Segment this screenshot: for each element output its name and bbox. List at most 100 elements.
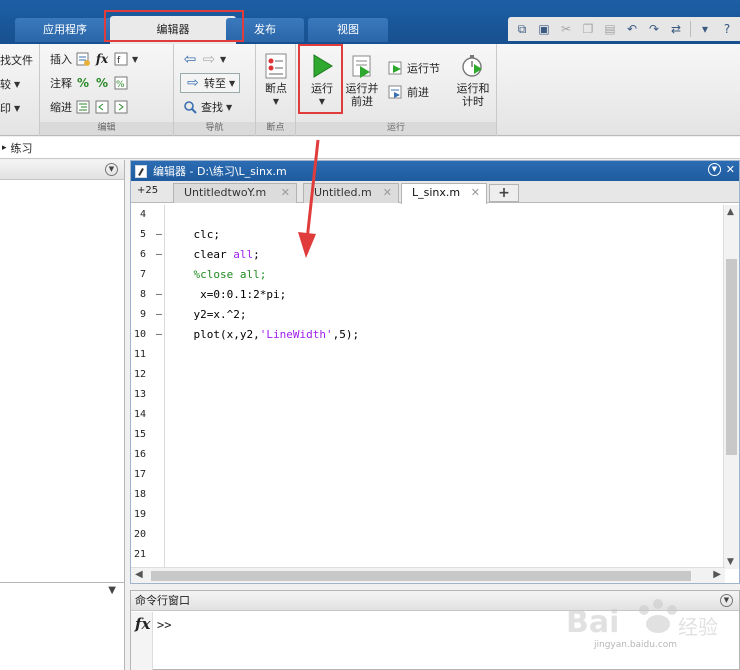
code-line-7[interactable]: %close all; — [167, 265, 707, 285]
print-button[interactable]: 印 ▼ — [0, 100, 20, 116]
line-number-text: 17 — [133, 469, 146, 480]
cut-icon[interactable]: ✂ — [556, 19, 576, 39]
code-line-10[interactable]: plot(x,y2,'LineWidth',5); — [167, 325, 707, 345]
copy-icon[interactable]: ❐ — [578, 19, 598, 39]
breakpoint-marker[interactable]: – — [156, 325, 162, 345]
code-line-5[interactable]: clc; — [167, 225, 707, 245]
editor-tab-untitledtwoy[interactable]: UntitledtwoY.m ✕ — [173, 183, 297, 203]
code-text: ,5); — [332, 328, 360, 341]
goto-button[interactable]: ⇨ 转至 ▼ — [180, 73, 241, 93]
breakpoints-button[interactable]: 断点 ▼ — [258, 50, 294, 108]
line-number-text: 21 — [133, 549, 146, 560]
advance-button[interactable]: 前进 — [388, 84, 429, 100]
command-prompt[interactable]: >> — [157, 618, 171, 632]
code-line-9[interactable]: y2=x.^2; — [167, 305, 707, 325]
scroll-down-icon[interactable]: ▼ — [727, 557, 734, 567]
horizontal-scrollbar[interactable]: ◀ ▶ — [131, 567, 725, 583]
run-section-button[interactable]: 运行节 — [388, 60, 440, 76]
undo-icon[interactable]: ↶ — [622, 19, 642, 39]
back-arrow-icon[interactable]: ⇦ — [182, 50, 198, 68]
pane-actions-icon[interactable]: ▼ — [105, 163, 118, 176]
zoom-level[interactable]: +25 — [137, 185, 158, 196]
decrease-indent-icon[interactable] — [94, 99, 110, 115]
help-icon[interactable]: ? — [717, 19, 737, 39]
breakpoint-marker[interactable]: – — [156, 285, 162, 305]
code-line-8[interactable]: x=0:0.1:2*pi; — [167, 285, 707, 305]
editor-tab-label: Untitled.m — [314, 186, 372, 199]
save-icon[interactable]: ▣ — [534, 19, 554, 39]
breadcrumb-folder[interactable]: 练习 — [11, 140, 33, 156]
fx-icon[interactable]: fx — [94, 51, 110, 67]
editor-document-icon — [135, 164, 147, 178]
line-number-text: 18 — [133, 489, 146, 500]
close-icon[interactable]: ✕ — [281, 184, 290, 202]
scroll-right-icon[interactable]: ▶ — [713, 569, 721, 580]
pane-actions-icon[interactable]: ▼ — [720, 594, 733, 607]
indent-label: 缩进 — [50, 101, 72, 114]
tab-publish[interactable]: 发布 — [226, 18, 304, 42]
breadcrumb-separator-icon: ▸ — [2, 142, 7, 153]
print-label: 印 — [0, 102, 11, 115]
find-files-button[interactable]: 找文件 — [0, 52, 33, 68]
run-and-advance-button[interactable]: 运行并 前进 — [342, 50, 382, 108]
comment-button[interactable]: 注释 % % % — [50, 75, 129, 91]
increase-indent-icon[interactable] — [113, 99, 129, 115]
editor-tab-l-sinx[interactable]: L_sinx.m ✕ — [401, 183, 487, 204]
uncomment-icon[interactable]: % — [94, 75, 110, 91]
scroll-left-icon[interactable]: ◀ — [135, 569, 143, 580]
code-text: clear — [193, 248, 234, 261]
insert-label: 插入 — [50, 53, 72, 66]
run-button[interactable]: 运行 ▼ — [302, 50, 342, 108]
insert-button[interactable]: 插入 fx f ▼ — [50, 51, 138, 67]
chevron-down-icon[interactable]: ▼ — [108, 585, 116, 596]
wrap-comment-icon[interactable]: % — [113, 75, 129, 91]
line-number-text: 4 — [139, 209, 146, 220]
paste-icon[interactable]: ▤ — [600, 19, 620, 39]
help-menu-icon[interactable]: ▾ — [695, 19, 715, 39]
new-tab-button[interactable]: + — [489, 184, 519, 202]
insert-function-icon[interactable]: f — [113, 51, 129, 67]
code-keyword: all — [233, 248, 254, 261]
line-number-text: 13 — [133, 389, 146, 400]
run-section-icon — [388, 60, 404, 76]
advance-icon — [388, 84, 404, 100]
compare-button[interactable]: 较 ▼ — [0, 76, 20, 92]
find-button[interactable]: 查找 ▼ — [182, 99, 232, 115]
line-number-text: 15 — [133, 429, 146, 440]
code-area[interactable]: 4 5–6–7 8–9–10–11 12 13 14 15 16 17 18 19 20 21 clc;… — [131, 205, 709, 569]
tab-editor[interactable]: 编辑器 — [110, 16, 236, 44]
switch-windows-icon[interactable]: ⇄ — [666, 19, 686, 39]
breakpoint-marker[interactable]: – — [156, 305, 162, 325]
editor-tab-untitled[interactable]: Untitled.m ✕ — [303, 183, 399, 203]
close-icon[interactable]: ✕ — [471, 184, 480, 202]
close-icon[interactable]: ✕ — [726, 163, 735, 176]
breakpoint-marker[interactable]: – — [156, 245, 162, 265]
chevron-down-icon[interactable]: ▼ — [132, 55, 138, 64]
code-line-4[interactable] — [167, 205, 707, 225]
line-number: 12 — [131, 365, 164, 385]
tab-apps[interactable]: 应用程序 — [15, 18, 115, 42]
comment-percent-icon[interactable]: % — [75, 75, 91, 91]
tab-view[interactable]: 视图 — [308, 18, 388, 42]
editor-tab-label: L_sinx.m — [412, 186, 461, 199]
close-icon[interactable]: ✕ — [383, 184, 392, 202]
forward-arrow-icon[interactable]: ⇨ — [201, 50, 217, 68]
smart-indent-icon[interactable] — [75, 99, 91, 115]
vertical-scrollbar[interactable]: ▲ ▼ — [723, 205, 739, 569]
scroll-up-icon[interactable]: ▲ — [727, 207, 734, 217]
scrollbar-thumb[interactable] — [726, 259, 737, 455]
chevron-down-icon[interactable]: ▼ — [220, 55, 226, 64]
scrollbar-thumb[interactable] — [151, 571, 691, 581]
run-time-label-1: 运行和 — [456, 82, 490, 95]
code-lines[interactable]: clc; clear all; %close all; x=0:0.1:2*pi… — [167, 205, 707, 345]
workspace-pane: ▼ — [0, 582, 125, 670]
run-and-time-button[interactable]: 运行和 计时 — [451, 50, 495, 108]
indent-button[interactable]: 缩进 — [50, 99, 129, 115]
breakpoint-marker[interactable]: – — [156, 225, 162, 245]
layout-icon[interactable]: ⧉ — [512, 19, 532, 39]
editor-actions-icon[interactable]: ▼ — [708, 163, 721, 176]
fx-icon[interactable]: fx — [135, 615, 150, 633]
line-number-text: 7 — [139, 269, 146, 280]
redo-icon[interactable]: ↷ — [644, 19, 664, 39]
code-line-6[interactable]: clear all; — [167, 245, 707, 265]
